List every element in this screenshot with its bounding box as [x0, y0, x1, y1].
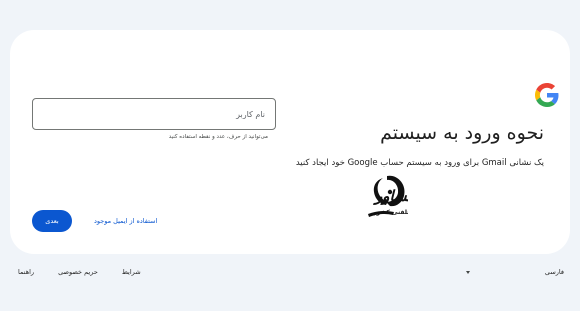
footer-help-link[interactable]: راهنما: [18, 268, 34, 276]
watermark-tagline: بزرگترین سامانه مشاوره تلفنی کشور: [372, 208, 408, 216]
footer-terms-link[interactable]: شرایط: [122, 268, 141, 276]
username-input[interactable]: [32, 98, 276, 130]
username-hint: می‌توانید از حرف، عدد و نقطه استفاده کنی…: [168, 134, 268, 140]
language-label: فارسی: [544, 268, 564, 276]
google-logo-icon: [535, 83, 559, 107]
footer-privacy-link[interactable]: حریم خصوصی: [58, 268, 98, 276]
use-existing-email-link[interactable]: استفاده از ایمیل موجود: [94, 217, 157, 225]
next-button[interactable]: بعدی: [32, 210, 72, 232]
chevron-down-icon: [466, 271, 470, 274]
page-title: نحوه ورود به سیستم: [380, 122, 544, 144]
watermark-name: همراه مشاور: [373, 187, 408, 205]
watermark-logo: همراه مشاور بزرگترین سامانه مشاوره تلفنی…: [368, 175, 408, 217]
footer-links: شرایط حریم خصوصی راهنما: [18, 268, 141, 276]
language-select[interactable]: فارسی: [466, 266, 564, 280]
page-subtitle: یک نشانی Gmail برای ورود به سیستم حساب G…: [295, 158, 544, 168]
